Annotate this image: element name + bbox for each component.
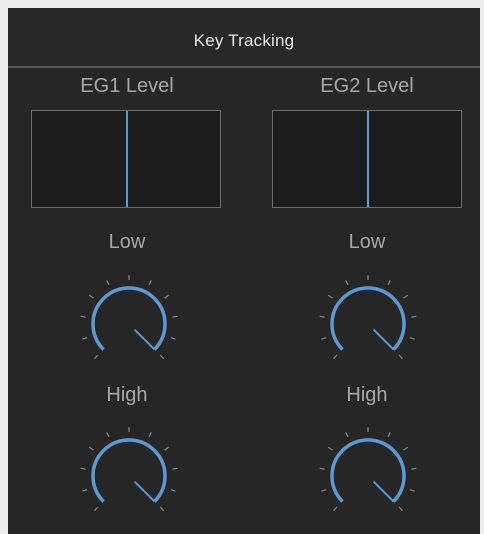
knob-tick — [82, 337, 88, 340]
eg1-level-marker[interactable] — [126, 111, 128, 207]
knob-pointer — [133, 480, 156, 503]
knob-arc — [91, 286, 167, 351]
header-divider — [8, 66, 480, 68]
panel-header: Key Tracking — [8, 8, 480, 67]
knob-tick — [159, 354, 165, 360]
knob-tick — [411, 315, 417, 318]
eg1-low-knob[interactable] — [69, 262, 189, 382]
knob-tick — [403, 294, 408, 299]
eg2-high-label: High — [346, 384, 388, 406]
knob-tick — [106, 280, 110, 286]
knob-pointer — [372, 480, 395, 503]
knob-tick — [89, 446, 94, 451]
knob-tick — [164, 446, 169, 451]
knob-tick — [159, 506, 165, 512]
knob-tick — [321, 489, 327, 492]
eg2-high-knob[interactable] — [308, 414, 428, 534]
window-left-edge — [0, 0, 8, 534]
knob-tick — [345, 280, 349, 286]
key-tracking-panel: Key Tracking EG1 Level Low High EG2 Leve… — [0, 0, 484, 534]
knob-tick — [93, 506, 99, 512]
knob-pointer — [133, 328, 156, 351]
eg1-low-label: Low — [108, 231, 146, 253]
knob-tick — [332, 354, 338, 360]
eg2-level-label: EG2 Level — [320, 75, 414, 97]
knob-tick — [409, 337, 415, 340]
knob-tick — [403, 446, 408, 451]
knob-tick — [409, 489, 415, 492]
knob-tick — [411, 467, 417, 470]
knob-tick — [89, 294, 94, 299]
knob-tick — [170, 489, 176, 492]
knob-tick — [387, 432, 391, 438]
knob-arc — [330, 438, 406, 503]
knob-tick — [345, 432, 349, 438]
knob-tick — [80, 467, 86, 470]
eg1-level-label: EG1 Level — [80, 75, 174, 97]
panel-title: Key Tracking — [193, 31, 295, 50]
eg2-low-knob[interactable] — [308, 262, 428, 382]
knob-tick — [172, 467, 178, 470]
eg2-level-display[interactable] — [272, 110, 462, 208]
knob-pointer — [372, 328, 395, 351]
knob-tick — [172, 315, 178, 318]
knob-arc — [91, 438, 167, 503]
eg2-low-label: Low — [348, 231, 386, 253]
eg1-level-display[interactable] — [31, 110, 221, 208]
knob-tick — [332, 506, 338, 512]
knob-tick — [164, 294, 169, 299]
eg2-level-marker[interactable] — [367, 111, 369, 207]
knob-tick — [82, 489, 88, 492]
knob-tick — [328, 446, 333, 451]
eg1-high-knob[interactable] — [69, 414, 189, 534]
knob-tick — [398, 506, 404, 512]
knob-arc — [330, 286, 406, 351]
window-top-edge — [0, 0, 484, 8]
knob-tick — [319, 467, 325, 470]
knob-tick — [80, 315, 86, 318]
knob-tick — [328, 294, 333, 299]
window-right-edge — [480, 0, 484, 534]
knob-tick — [321, 337, 327, 340]
eg1-high-label: High — [106, 384, 148, 406]
knob-tick — [319, 315, 325, 318]
knob-tick — [106, 432, 110, 438]
knob-tick — [398, 354, 404, 360]
knob-tick — [148, 432, 152, 438]
knob-tick — [387, 280, 391, 286]
knob-tick — [93, 354, 99, 360]
knob-tick — [170, 337, 176, 340]
knob-tick — [148, 280, 152, 286]
